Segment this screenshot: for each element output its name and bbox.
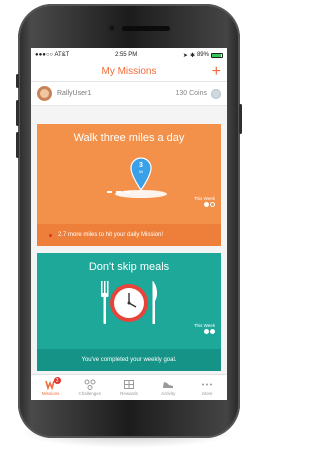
week-dot-empty	[210, 202, 215, 207]
status-time: 2:55 PM	[114, 52, 138, 58]
product-shot: ●●●○○ AT&T 2:55 PM ➤ ✱ 89% My Missions +…	[0, 0, 256, 457]
tab-label: Missions	[41, 391, 60, 396]
pin-value: 3	[139, 162, 143, 169]
power-button	[239, 104, 242, 134]
volume-up-button	[16, 100, 19, 126]
mission-title: Walk three miles a day	[73, 132, 185, 144]
tab-more[interactable]: More	[188, 375, 227, 400]
alert-dot-icon	[49, 233, 52, 237]
avatar	[37, 86, 52, 101]
coin-icon	[211, 88, 221, 99]
tab-label: Challenges	[78, 391, 102, 396]
mission-footer: You've completed your weekly goal.	[37, 349, 221, 371]
tab-missions[interactable]: 3 Missions	[31, 375, 70, 400]
carrier-label: ●●●○○ AT&T	[35, 52, 70, 58]
missions-badge: 3	[53, 377, 61, 384]
coins-area[interactable]: 130 Coins	[175, 88, 221, 99]
pin-unit: MI	[139, 170, 143, 174]
battery-percent: 89%	[196, 52, 209, 58]
trail-dash	[116, 191, 121, 193]
tab-label: Rewards	[120, 391, 138, 396]
missions-icon: 3	[44, 377, 61, 390]
status-bar: ●●●○○ AT&T 2:55 PM ➤ ✱ 89%	[31, 48, 227, 62]
mute-switch	[16, 74, 19, 88]
location-icon: ➤	[182, 52, 188, 59]
mission-title: Don't skip meals	[88, 261, 170, 273]
front-camera	[108, 24, 116, 32]
battery-icon	[210, 52, 223, 58]
mission-message: You've completed your weekly goal.	[81, 357, 177, 363]
fork-icon	[101, 281, 109, 324]
tab-challenges[interactable]: Challenges	[70, 375, 109, 400]
more-icon	[201, 379, 213, 390]
tab-activity[interactable]: Activity	[149, 375, 188, 400]
activity-shoe-icon	[162, 379, 174, 390]
week-dots	[194, 202, 215, 207]
tab-bar: 3 Missions Challenges Rewards Activity M…	[31, 374, 227, 400]
nav-bar: My Missions +	[31, 62, 227, 82]
mission-footer: 2.7 more miles to hit your daily Mission…	[37, 224, 221, 246]
rewards-icon	[123, 379, 135, 390]
add-mission-button[interactable]: +	[212, 62, 221, 82]
mission-message: 2.7 more miles to hit your daily Mission…	[58, 232, 164, 238]
app-screen: ●●●○○ AT&T 2:55 PM ➤ ✱ 89% My Missions +…	[31, 48, 227, 400]
username: RallyUser1	[57, 90, 92, 97]
user-profile[interactable]: RallyUser1	[37, 86, 91, 101]
mission-card-walk[interactable]: Walk three miles a day 3 MI This Week 2.…	[37, 124, 221, 246]
week-dot-complete	[204, 202, 209, 207]
tab-rewards[interactable]: Rewards	[109, 375, 148, 400]
week-dot-complete	[210, 329, 215, 334]
week-label: This Week	[193, 196, 215, 201]
week-dot-complete	[204, 329, 209, 334]
week-progress: This Week	[194, 323, 215, 334]
week-label: This Week	[193, 323, 215, 328]
coins-count: 130 Coins	[175, 90, 207, 97]
status-right: ➤ ✱ 89%	[183, 52, 223, 59]
tab-label: Activity	[161, 391, 176, 396]
week-progress: This Week	[194, 196, 215, 207]
clock-center	[127, 301, 131, 305]
week-dots	[194, 329, 215, 334]
volume-down-button	[16, 132, 19, 158]
avatar-face	[40, 89, 49, 98]
trail-dash	[107, 191, 112, 193]
challenges-icon	[84, 379, 96, 390]
bluetooth-icon: ✱	[189, 52, 195, 59]
mission-card-meals[interactable]: Don't skip meals This Week You've comple…	[37, 253, 221, 371]
user-bar: RallyUser1 130 Coins	[31, 82, 227, 106]
knife-icon	[152, 281, 158, 324]
page-title: My Missions	[101, 66, 157, 77]
earpiece-speaker	[122, 26, 170, 31]
map-ground-ellipse	[115, 190, 167, 198]
trail-dash	[125, 191, 130, 193]
tab-label: More	[202, 391, 213, 396]
